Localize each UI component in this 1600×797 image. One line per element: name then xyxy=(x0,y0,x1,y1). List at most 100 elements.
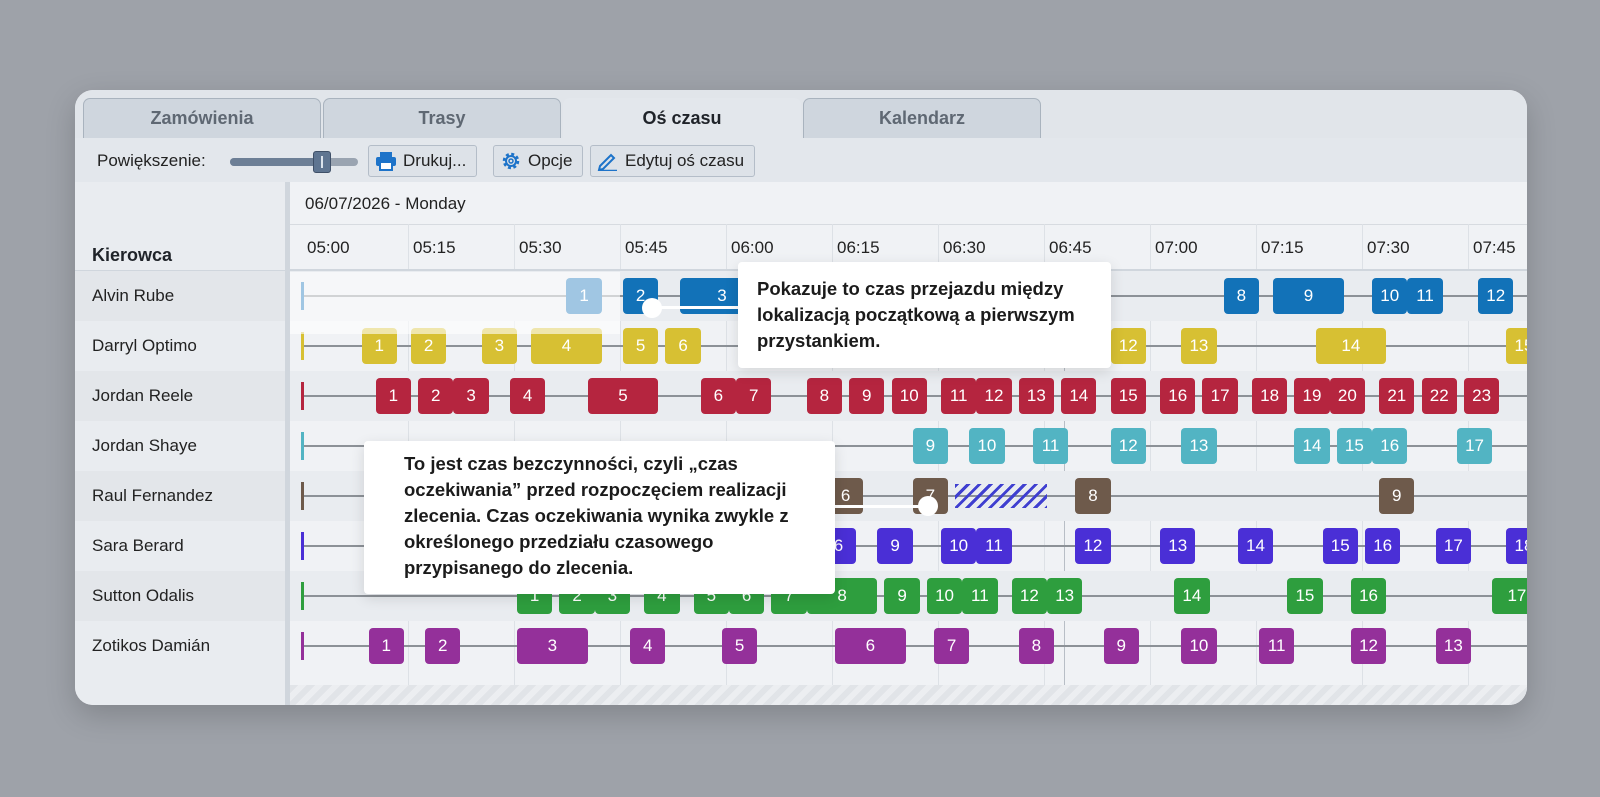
stop-block[interactable]: 13 xyxy=(1047,578,1083,614)
stop-block[interactable]: 17 xyxy=(1456,428,1493,464)
stop-block[interactable]: 12 xyxy=(976,378,1012,414)
stop-block[interactable]: 10 xyxy=(891,378,927,414)
stop-block[interactable]: 11 xyxy=(962,578,998,614)
stop-block[interactable]: 19 xyxy=(1294,378,1330,414)
stop-block[interactable]: 2 xyxy=(425,628,461,664)
stop-block[interactable]: 12 xyxy=(1110,328,1146,364)
stop-block[interactable]: 18 xyxy=(1251,378,1288,414)
stop-block[interactable]: 10 xyxy=(941,528,977,564)
stop-block[interactable]: 12 xyxy=(1478,278,1514,314)
stop-block[interactable]: 11 xyxy=(976,528,1012,564)
stop-block[interactable]: 7 xyxy=(933,628,970,664)
driver-column: Kierowca Alvin Rube Darryl Optimo Jordan R… xyxy=(75,182,290,705)
stop-block[interactable]: 9 xyxy=(877,528,913,564)
stop-block[interactable]: 8 xyxy=(1018,628,1055,664)
print-button[interactable]: Drukuj... xyxy=(368,145,478,177)
driver-name[interactable]: Jordan Shaye xyxy=(75,421,285,471)
stop-block[interactable]: 1 xyxy=(368,628,404,664)
stop-block[interactable]: 9 xyxy=(884,578,920,614)
time-tick-label: 05:30 xyxy=(519,238,562,257)
stop-block[interactable]: 13 xyxy=(1181,328,1217,364)
stop-block[interactable]: 13 xyxy=(1160,528,1196,564)
stop-block[interactable]: 10 xyxy=(926,578,963,614)
stop-block[interactable]: 12 xyxy=(1075,528,1111,564)
driver-name[interactable]: Jordan Reele xyxy=(75,371,285,421)
driver-name[interactable]: Zotikos Damián xyxy=(75,621,285,671)
stop-block[interactable]: 8 xyxy=(1223,278,1259,314)
stop-block[interactable]: 11 xyxy=(1032,428,1069,464)
tab-calendar[interactable]: Kalendarz xyxy=(803,98,1041,138)
stop-block[interactable]: 21 xyxy=(1379,378,1415,414)
stop-block[interactable]: 10 xyxy=(1181,628,1217,664)
stop-block[interactable]: 6 xyxy=(665,328,701,364)
tab-orders[interactable]: Zamówienia xyxy=(83,98,321,138)
options-label: Opcje xyxy=(528,151,573,170)
stop-block[interactable]: 9 xyxy=(912,428,949,464)
driver-name[interactable]: Darryl Optimo xyxy=(75,321,285,371)
stop-block[interactable]: 15 xyxy=(1110,378,1146,414)
driver-name[interactable]: Sara Berard xyxy=(75,521,285,571)
stop-block[interactable]: 17 xyxy=(1202,378,1238,414)
stop-block[interactable]: 2 xyxy=(418,378,454,414)
stop-block[interactable]: 17 xyxy=(1492,578,1527,614)
stop-block[interactable]: 13 xyxy=(1018,378,1055,414)
stop-block[interactable]: 13 xyxy=(1435,628,1471,664)
stop-block[interactable]: 14 xyxy=(1174,578,1210,614)
stop-block[interactable]: 18 xyxy=(1506,528,1527,564)
stop-block[interactable]: 12 xyxy=(1350,628,1387,664)
stop-block[interactable]: 8 xyxy=(1075,478,1111,514)
stop-block[interactable]: 16 xyxy=(1372,428,1408,464)
time-tick-label: 05:00 xyxy=(307,238,350,257)
stop-block[interactable]: 13 xyxy=(1181,428,1217,464)
stop-block[interactable]: 7 xyxy=(736,378,772,414)
driver-name[interactable]: Sutton Odalis xyxy=(75,571,285,621)
zoom-slider-handle[interactable] xyxy=(313,151,332,173)
stop-block[interactable]: 14 xyxy=(1294,428,1330,464)
driver-name[interactable]: Raul Fernandez xyxy=(75,471,285,521)
tab-timeline[interactable]: Oś czasu xyxy=(563,98,801,138)
stop-block[interactable]: 9 xyxy=(1379,478,1415,514)
options-button[interactable]: Opcje xyxy=(493,145,584,177)
stop-block[interactable]: 6 xyxy=(700,378,737,414)
stop-block[interactable]: 15 xyxy=(1336,428,1373,464)
stop-block[interactable]: 6 xyxy=(835,628,906,664)
stop-block[interactable]: 14 xyxy=(1315,328,1387,364)
stop-block[interactable]: 15 xyxy=(1287,578,1323,614)
zoom-slider[interactable] xyxy=(230,151,358,173)
stop-block[interactable]: 1 xyxy=(375,378,411,414)
stop-block[interactable]: 15 xyxy=(1506,328,1527,364)
stop-block[interactable]: 15 xyxy=(1322,528,1358,564)
stop-block[interactable]: 3 xyxy=(517,628,588,664)
stop-block[interactable]: 5 xyxy=(587,378,659,414)
stop-block[interactable]: 4 xyxy=(509,378,546,414)
stop-block[interactable]: 10 xyxy=(969,428,1005,464)
stop-block[interactable]: 14 xyxy=(1061,378,1097,414)
stop-block[interactable]: 22 xyxy=(1421,378,1457,414)
stop-block[interactable]: 8 xyxy=(806,378,843,414)
stop-block[interactable]: 11 xyxy=(1259,628,1295,664)
stop-block[interactable]: 5 xyxy=(721,628,758,664)
stop-block[interactable]: 20 xyxy=(1329,378,1365,414)
stop-block[interactable]: 16 xyxy=(1160,378,1196,414)
stop-block[interactable]: 12 xyxy=(1011,578,1047,614)
tab-routes[interactable]: Trasy xyxy=(323,98,561,138)
edit-timeline-button[interactable]: Edytuj oś czasu xyxy=(590,145,756,177)
stop-block[interactable]: 23 xyxy=(1463,378,1500,414)
zoom-slider-fill xyxy=(230,158,323,166)
toolbar: Powiększenie: Drukuj... Opcje Edytuj oś … xyxy=(75,138,1527,183)
stop-block[interactable]: 16 xyxy=(1365,528,1401,564)
stop-block[interactable]: 9 xyxy=(849,378,885,414)
driver-name[interactable]: Alvin Rube xyxy=(75,271,285,321)
stop-block[interactable]: 12 xyxy=(1110,428,1146,464)
stop-block[interactable]: 11 xyxy=(1407,278,1443,314)
stop-block[interactable]: 9 xyxy=(1273,278,1344,314)
stop-block[interactable]: 9 xyxy=(1103,628,1139,664)
stop-block[interactable]: 11 xyxy=(941,378,977,414)
stop-block[interactable]: 5 xyxy=(623,328,659,364)
stop-block[interactable]: 16 xyxy=(1350,578,1387,614)
stop-block[interactable]: 17 xyxy=(1435,528,1471,564)
stop-block[interactable]: 14 xyxy=(1237,528,1274,564)
stop-block[interactable]: 10 xyxy=(1372,278,1408,314)
stop-block[interactable]: 3 xyxy=(453,378,489,414)
stop-block[interactable]: 4 xyxy=(630,628,666,664)
